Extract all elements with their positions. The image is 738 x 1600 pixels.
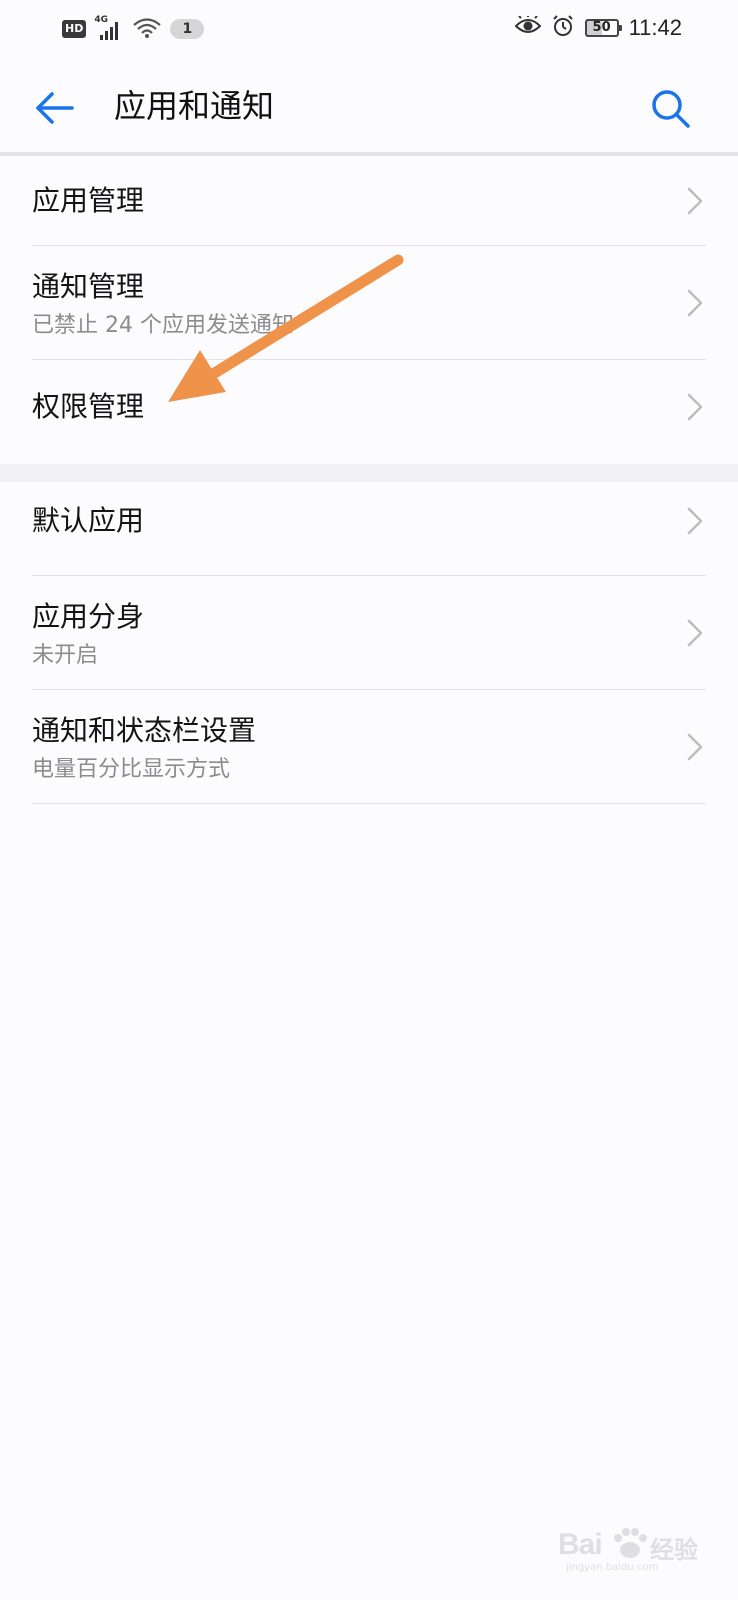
search-icon [652,90,690,128]
chevron-right-icon [687,187,703,215]
page-title: 应用和通知 [114,87,275,125]
list-item-title: 应用管理 [32,184,145,217]
arrow-left-icon [36,92,74,124]
notification-count-badge: 1 [170,19,205,39]
hd-icon: HD [62,20,87,38]
status-bar: HD 4G 1 50 11:42 [0,0,738,60]
list-item-subtitle: 未开启 [32,643,99,668]
list-item-default-apps[interactable]: 默认应用 [32,482,706,576]
list-item-subtitle: 电量百分比显示方式 [32,757,231,782]
list-item-title: 通知管理 [32,270,145,303]
chevron-right-icon [687,393,703,421]
search-button[interactable] [646,84,694,132]
alarm-icon [551,14,575,42]
list-item-permission-management[interactable]: 权限管理 [32,360,706,464]
list-item-title: 应用分身 [32,600,145,633]
list-item-title: 权限管理 [32,390,145,423]
list-item-subtitle: 已禁止 24 个应用发送通知 [32,313,294,338]
group-separator [0,464,738,482]
status-time: 11:42 [628,15,682,40]
chevron-right-icon [687,507,703,535]
chevron-right-icon [687,289,703,317]
list-item-app-management[interactable]: 应用管理 [32,156,706,246]
chevron-right-icon [687,733,703,761]
app-header: 应用和通知 [0,60,738,152]
battery-icon: 50 [584,19,622,37]
back-button[interactable] [30,84,78,132]
network-type-label: 4G [94,15,108,25]
watermark-url: jingyan.baidu.com [566,1562,659,1573]
eye-comfort-icon [514,14,541,40]
settings-group-1: 应用管理 通知管理 已禁止 24 个应用发送通知 权限管理 [0,156,738,464]
list-item-notification-status-bar-settings[interactable]: 通知和状态栏设置 电量百分比显示方式 [32,690,706,804]
status-bar-right: 50 11:42 [514,14,682,42]
baidu-jingyan-watermark: Bai 经验 jingyan.baidu.com [558,1526,698,1576]
watermark-brand: Bai [558,1528,603,1561]
list-item-title: 通知和状态栏设置 [32,714,257,747]
paw-logo-icon [614,1528,647,1558]
wifi-icon [132,16,162,42]
signal-icon: 4G [94,15,124,41]
watermark-suffix: 经验 [650,1536,698,1564]
status-bar-left: HD 4G 1 [62,15,205,42]
list-item-app-twin[interactable]: 应用分身 未开启 [32,576,706,690]
chevron-right-icon [687,619,703,647]
list-item-notification-management[interactable]: 通知管理 已禁止 24 个应用发送通知 [32,246,706,360]
settings-group-2: 默认应用 应用分身 未开启 通知和状态栏设置 电量百分比显示方式 [0,482,738,804]
list-item-title: 默认应用 [32,504,145,537]
